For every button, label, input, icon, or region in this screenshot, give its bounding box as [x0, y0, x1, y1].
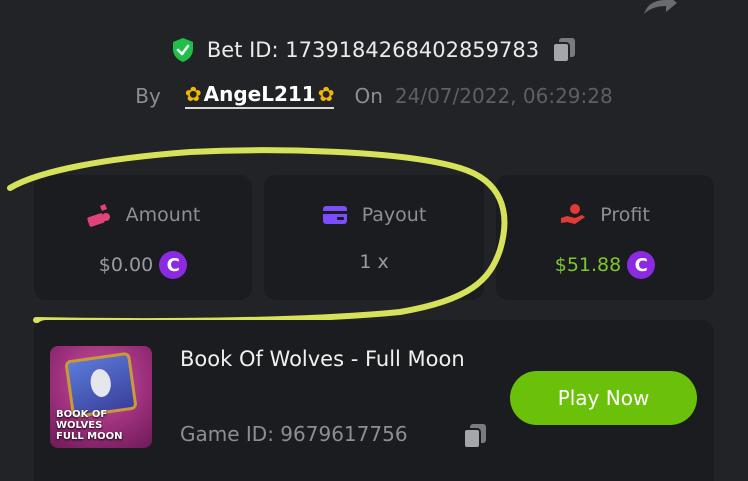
profit-value-row: $51.88 C	[554, 251, 656, 279]
play-now-button[interactable]: Play Now	[510, 371, 697, 425]
thumbnail-line-1: BOOK OF WOLVES	[56, 409, 108, 431]
share-icon[interactable]	[642, 0, 678, 16]
hand-coin-icon	[561, 204, 586, 224]
author-row: By ✿ AngeL211 ✿ On 24/07/2022, 06:29:28	[0, 82, 748, 109]
copy-icon[interactable]	[462, 422, 488, 450]
game-title: Book Of Wolves - Full Moon	[180, 347, 465, 371]
on-label: On	[354, 83, 383, 108]
coin-icon: C	[159, 251, 188, 279]
username-link[interactable]: ✿ AngeL211 ✿	[184, 82, 335, 109]
payout-card: Payout 1 x	[264, 175, 484, 300]
bet-id-row: Bet ID: 1739184268402859783	[0, 36, 748, 64]
sunflower-icon: ✿	[317, 82, 335, 106]
payout-header: Payout	[322, 203, 427, 227]
game-id-label: Game ID:	[180, 422, 274, 446]
thumbnail-caption: BOOK OF WOLVES FULL MOON	[56, 409, 146, 442]
bet-id-label: Bet ID:	[206, 38, 279, 62]
profit-header: Profit	[560, 203, 650, 227]
money-bag-icon	[87, 204, 110, 227]
copy-icon[interactable]	[551, 36, 577, 64]
game-id-row: Game ID: 9679617756	[180, 422, 408, 446]
username: AngeL211	[203, 82, 316, 106]
bet-id-text: Bet ID: 1739184268402859783	[207, 38, 539, 62]
thumbnail-line-2: FULL MOON	[56, 431, 123, 442]
bet-id-value: 1739184268402859783	[285, 38, 540, 62]
amount-value: $0.00	[98, 254, 154, 276]
sunflower-icon: ✿	[184, 82, 202, 106]
by-label: By	[135, 83, 161, 108]
game-id-value: 9679617756	[280, 422, 408, 446]
payout-value-row: 1 x	[359, 251, 388, 273]
game-thumbnail[interactable]: BOOK OF WOLVES FULL MOON	[50, 346, 152, 448]
profit-value: $51.88	[554, 254, 622, 276]
verified-shield-icon	[172, 38, 193, 62]
coin-icon: C	[627, 251, 656, 279]
payout-value: 1 x	[359, 251, 389, 273]
profit-card: Profit $51.88 C	[496, 175, 714, 300]
payout-label: Payout	[361, 204, 427, 226]
amount-card: Amount $0.00 C	[34, 175, 252, 300]
amount-header: Amount	[86, 203, 201, 227]
bet-datetime: 24/07/2022, 06:29:28	[394, 83, 613, 108]
profit-label: Profit	[600, 204, 650, 226]
amount-label: Amount	[125, 204, 201, 226]
bet-details-screen: Bet ID: 1739184268402859783 By ✿ AngeL21…	[0, 0, 748, 481]
amount-value-row: $0.00 C	[98, 251, 188, 279]
game-panel: BOOK OF WOLVES FULL MOON Book Of Wolves …	[34, 320, 714, 481]
wallet-icon	[322, 206, 347, 224]
